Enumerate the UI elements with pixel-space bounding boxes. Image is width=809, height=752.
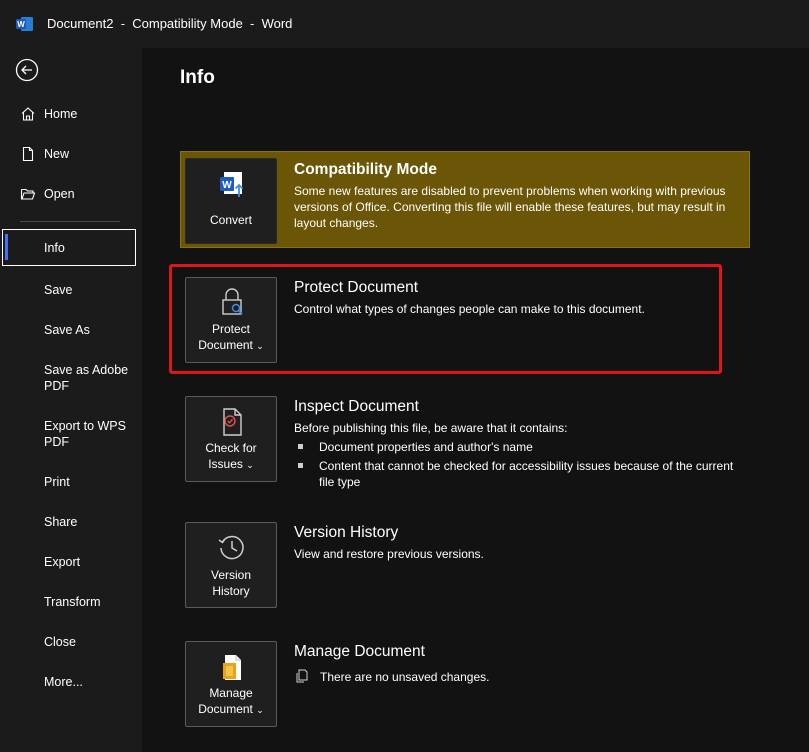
check-label-line2: Issues ⌄ bbox=[186, 456, 276, 473]
sidebar-item-label: More... bbox=[44, 675, 83, 689]
sidebar-item-label: Open bbox=[44, 187, 75, 201]
manage-label-text: Document bbox=[198, 702, 253, 716]
new-document-icon bbox=[22, 146, 34, 162]
bullet-text: Content that cannot be checked for acces… bbox=[319, 459, 734, 489]
sidebar-item-label: Info bbox=[44, 241, 65, 255]
chevron-down-icon: ⌄ bbox=[256, 705, 264, 715]
list-item: Content that cannot be checked for acces… bbox=[294, 458, 734, 490]
highlight-annotation bbox=[169, 264, 722, 374]
sidebar-item-label: New bbox=[44, 147, 70, 161]
sidebar-item-label: Print bbox=[44, 475, 70, 489]
window-title: Document2 - Compatibility Mode - Word bbox=[47, 16, 293, 31]
convert-label: Convert bbox=[209, 213, 253, 227]
inspect-document-description: Before publishing this file, be aware th… bbox=[294, 421, 568, 435]
active-indicator bbox=[5, 234, 8, 260]
sidebar-item-label: Save as Adobe PDF bbox=[44, 363, 129, 393]
sidebar-item-label: Close bbox=[44, 635, 76, 649]
version-history-title: Version History bbox=[294, 524, 399, 541]
manage-document-description: There are no unsaved changes. bbox=[320, 670, 490, 684]
home-icon bbox=[21, 107, 35, 121]
sidebar-item-info[interactable]: Info bbox=[2, 229, 136, 266]
sidebar-divider bbox=[20, 221, 120, 222]
back-arrow-icon[interactable] bbox=[15, 58, 39, 82]
version-label-line2: History bbox=[212, 584, 250, 598]
sidebar-item-label: Save As bbox=[44, 323, 90, 337]
sidebar-item-label: Home bbox=[44, 107, 78, 121]
manage-label-line2: Document ⌄ bbox=[186, 701, 276, 718]
check-label-text: Issues bbox=[208, 457, 243, 471]
sidebar-item-label: Export to WPS PDF bbox=[44, 419, 126, 449]
compatibility-description: Some new features are disabled to preven… bbox=[294, 184, 726, 230]
info-panel: Info W Convert Compatibility Mode Some n… bbox=[142, 48, 809, 752]
sidebar-item-label: Share bbox=[44, 515, 78, 529]
sidebar-item-label: Save bbox=[44, 283, 73, 297]
inspect-document-title: Inspect Document bbox=[294, 398, 419, 415]
title-bar: W Document2 - Compatibility Mode - Word bbox=[0, 0, 809, 48]
manage-label-line1: Manage bbox=[209, 686, 253, 700]
check-for-issues-label: Check for Issues ⌄ bbox=[186, 440, 276, 473]
document-icon bbox=[296, 669, 308, 683]
compatibility-title: Compatibility Mode bbox=[294, 161, 437, 178]
chevron-down-icon: ⌄ bbox=[246, 460, 254, 470]
bullet-icon bbox=[298, 463, 303, 468]
inspect-document-icon bbox=[223, 408, 242, 436]
list-item: Document properties and author's name bbox=[294, 439, 734, 455]
page-title: Info bbox=[180, 67, 215, 88]
word-logo-icon: W bbox=[16, 17, 33, 31]
convert-document-icon: W bbox=[220, 172, 244, 197]
open-folder-icon bbox=[20, 188, 36, 200]
manage-document-title: Manage Document bbox=[294, 643, 425, 660]
history-clock-icon bbox=[218, 535, 244, 560]
svg-text:W: W bbox=[17, 20, 25, 29]
inspect-bullet-list: Document properties and author's name Co… bbox=[294, 439, 734, 493]
manage-document-label: Manage Document ⌄ bbox=[186, 685, 276, 718]
check-for-issues-button[interactable]: Check for Issues ⌄ bbox=[185, 396, 277, 482]
manage-document-icon bbox=[223, 655, 241, 680]
convert-button[interactable]: W Convert bbox=[185, 158, 277, 244]
backstage-sidebar: Home New Open Info Save Save As Save as … bbox=[0, 48, 142, 752]
version-history-description: View and restore previous versions. bbox=[294, 547, 484, 561]
bullet-text: Document properties and author's name bbox=[319, 440, 533, 454]
version-history-label: Version History bbox=[186, 567, 276, 599]
check-label-line1: Check for bbox=[205, 441, 257, 455]
sidebar-item-label: Transform bbox=[44, 595, 101, 609]
manage-document-button[interactable]: Manage Document ⌄ bbox=[185, 641, 277, 727]
sidebar-item-label: Export bbox=[44, 555, 81, 569]
version-label-line1: Version bbox=[210, 568, 252, 582]
version-history-button[interactable]: Version History bbox=[185, 522, 277, 608]
bullet-icon bbox=[298, 444, 303, 449]
compatibility-banner: W Convert Compatibility Mode Some new fe… bbox=[180, 151, 750, 248]
svg-text:W: W bbox=[222, 180, 232, 191]
